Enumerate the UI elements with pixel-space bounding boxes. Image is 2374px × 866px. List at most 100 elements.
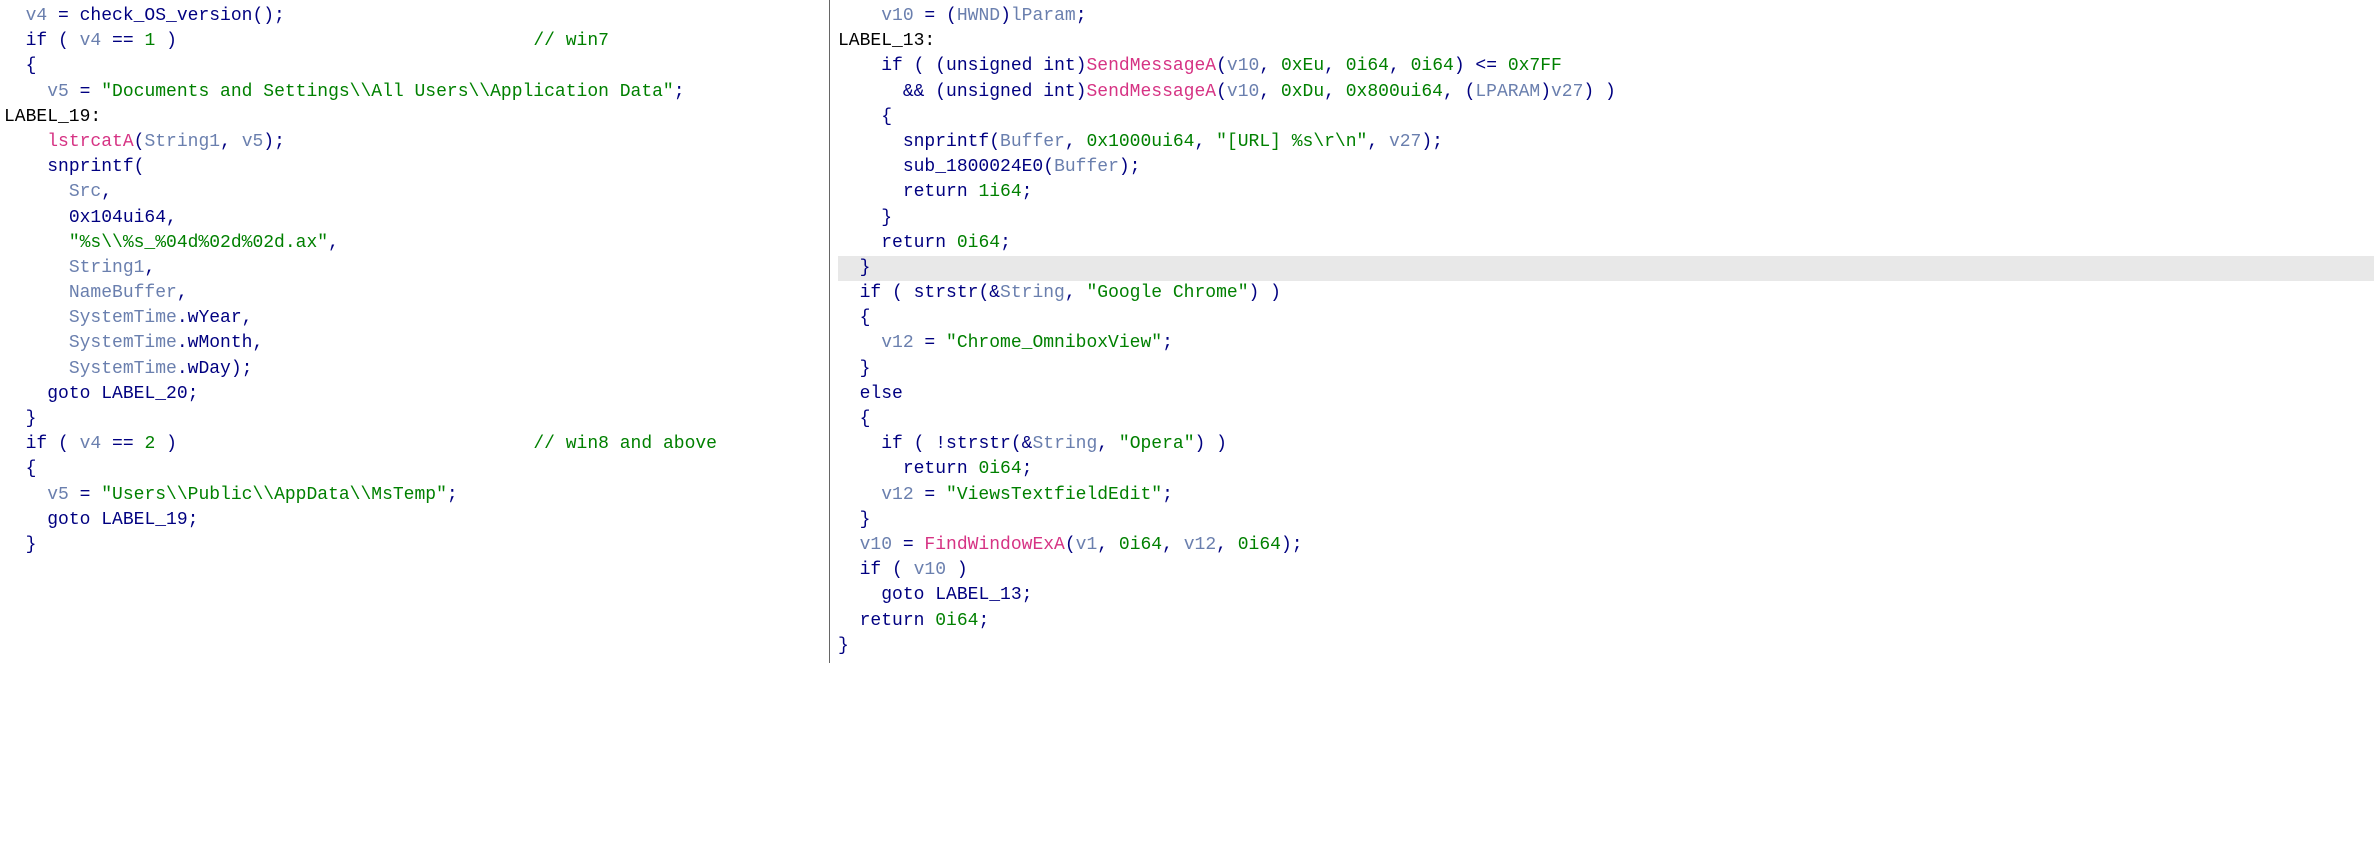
- code-line[interactable]: {: [4, 54, 829, 79]
- code-line[interactable]: return 0i64;: [838, 457, 2374, 482]
- code-token: [946, 233, 957, 253]
- code-line[interactable]: sub_1800024E0(Buffer);: [838, 155, 2374, 180]
- code-line[interactable]: snprintf(Buffer, 0x1000ui64, "[URL] %s\r…: [838, 130, 2374, 155]
- code-token: 0x800ui64: [1346, 82, 1443, 102]
- code-line[interactable]: if ( v10 ): [838, 558, 2374, 583]
- code-line[interactable]: {: [838, 306, 2374, 331]
- code-line[interactable]: v5 = "Documents and Settings\\All Users\…: [4, 80, 829, 105]
- code-line[interactable]: Src,: [4, 180, 829, 205]
- code-token: ): [1076, 82, 1087, 102]
- code-line[interactable]: v4 = check_OS_version();: [4, 4, 829, 29]
- code-line[interactable]: {: [4, 457, 829, 482]
- code-line[interactable]: if ( !strstr(&String, "Opera") ): [838, 432, 2374, 457]
- code-line[interactable]: v12 = "ViewsTextfieldEdit";: [838, 483, 2374, 508]
- indent: [4, 359, 69, 379]
- code-line[interactable]: goto LABEL_20;: [4, 382, 829, 407]
- code-line[interactable]: }: [4, 533, 829, 558]
- code-line[interactable]: if ( v4 == 2 ) // win8 and above: [4, 432, 829, 457]
- indent: [838, 560, 860, 580]
- code-line[interactable]: goto LABEL_19;: [4, 508, 829, 533]
- code-token: (: [1216, 56, 1227, 76]
- code-token: v10: [1227, 82, 1259, 102]
- code-line[interactable]: v10 = (HWND)lParam;: [838, 4, 2374, 29]
- code-line[interactable]: LABEL_19:: [4, 105, 829, 130]
- code-line[interactable]: SystemTime.wDay);: [4, 357, 829, 382]
- code-line[interactable]: SystemTime.wMonth,: [4, 331, 829, 356]
- indent: [838, 510, 860, 530]
- code-token: ,: [1324, 82, 1346, 102]
- code-token: 0xDu: [1281, 82, 1324, 102]
- code-token: = (: [914, 6, 957, 26]
- code-token: 0i64: [1411, 56, 1454, 76]
- code-line[interactable]: {: [838, 407, 2374, 432]
- decompiler-left-pane[interactable]: v4 = check_OS_version(); if ( v4 == 1 ) …: [0, 0, 830, 663]
- indent: [838, 384, 860, 404]
- code-token: ): [155, 31, 177, 51]
- code-token: ,: [220, 132, 242, 152]
- code-token: (: [47, 434, 79, 454]
- code-token: ,: [1065, 283, 1087, 303]
- code-token: {: [26, 56, 37, 76]
- indent: [838, 535, 860, 555]
- code-line[interactable]: lstrcatA(String1, v5);: [4, 130, 829, 155]
- code-line[interactable]: else: [838, 382, 2374, 407]
- code-token: snprintf: [47, 157, 133, 177]
- code-line[interactable]: if ( (unsigned int)SendMessageA(v10, 0xE…: [838, 54, 2374, 79]
- indent: [4, 409, 26, 429]
- code-line[interactable]: }: [4, 407, 829, 432]
- code-token: =: [69, 82, 101, 102]
- code-token: ,: [1065, 132, 1087, 152]
- code-line[interactable]: v12 = "Chrome_OmniboxView";: [838, 331, 2374, 356]
- code-token: }: [26, 409, 37, 429]
- code-line[interactable]: }: [838, 508, 2374, 533]
- code-token: strstr: [914, 283, 979, 303]
- code-line[interactable]: NameBuffer,: [4, 281, 829, 306]
- indent: [838, 6, 881, 26]
- code-token: snprintf: [903, 132, 989, 152]
- code-line[interactable]: 0x104ui64,: [4, 206, 829, 231]
- code-line[interactable]: String1,: [4, 256, 829, 281]
- code-line[interactable]: return 0i64;: [838, 609, 2374, 634]
- code-token: v10: [914, 560, 946, 580]
- code-line[interactable]: v10 = FindWindowExA(v1, 0i64, v12, 0i64)…: [838, 533, 2374, 558]
- code-line[interactable]: SystemTime.wYear,: [4, 306, 829, 331]
- code-line[interactable]: return 0i64;: [838, 231, 2374, 256]
- code-line[interactable]: && (unsigned int)SendMessageA(v10, 0xDu,…: [838, 80, 2374, 105]
- code-line[interactable]: }: [838, 357, 2374, 382]
- code-line[interactable]: v5 = "Users\\Public\\AppData\\MsTemp";: [4, 483, 829, 508]
- code-token: v27: [1551, 82, 1583, 102]
- indent: [838, 82, 903, 102]
- indent: [4, 157, 47, 177]
- code-token: );: [1281, 535, 1303, 555]
- code-line[interactable]: if ( v4 == 1 ) // win7: [4, 29, 829, 54]
- code-line[interactable]: goto LABEL_13;: [838, 583, 2374, 608]
- code-line[interactable]: if ( strstr(&String, "Google Chrome") ): [838, 281, 2374, 306]
- code-line[interactable]: {: [838, 105, 2374, 130]
- code-line[interactable]: }: [838, 206, 2374, 231]
- code-token: SystemTime: [69, 308, 177, 328]
- code-line[interactable]: }: [838, 634, 2374, 659]
- code-line[interactable]: }: [838, 256, 2374, 281]
- code-token: sub_1800024E0: [903, 157, 1043, 177]
- code-token: .wYear,: [177, 308, 253, 328]
- code-token: ,: [1097, 434, 1119, 454]
- code-token: ,: [1367, 132, 1389, 152]
- code-token: ): [1000, 6, 1011, 26]
- code-token: goto: [47, 510, 90, 530]
- indent: [4, 56, 26, 76]
- code-token: strstr: [946, 434, 1011, 454]
- code-token: }: [860, 258, 871, 278]
- code-token: 0i64: [1119, 535, 1162, 555]
- code-token: "Opera": [1119, 434, 1195, 454]
- code-line[interactable]: return 1i64;: [838, 180, 2374, 205]
- code-line[interactable]: LABEL_13:: [838, 29, 2374, 54]
- indent: [4, 510, 47, 530]
- decompiler-right-pane[interactable]: v10 = (HWND)lParam;LABEL_13: if ( (unsig…: [830, 0, 2374, 663]
- code-token: ;: [1076, 6, 1087, 26]
- code-token: [177, 434, 533, 454]
- code-token: if: [881, 56, 903, 76]
- code-line[interactable]: snprintf(: [4, 155, 829, 180]
- code-line[interactable]: "%s\\%s_%04d%02d%02d.ax",: [4, 231, 829, 256]
- code-token: 0i64: [1238, 535, 1281, 555]
- code-token: ,: [1259, 56, 1281, 76]
